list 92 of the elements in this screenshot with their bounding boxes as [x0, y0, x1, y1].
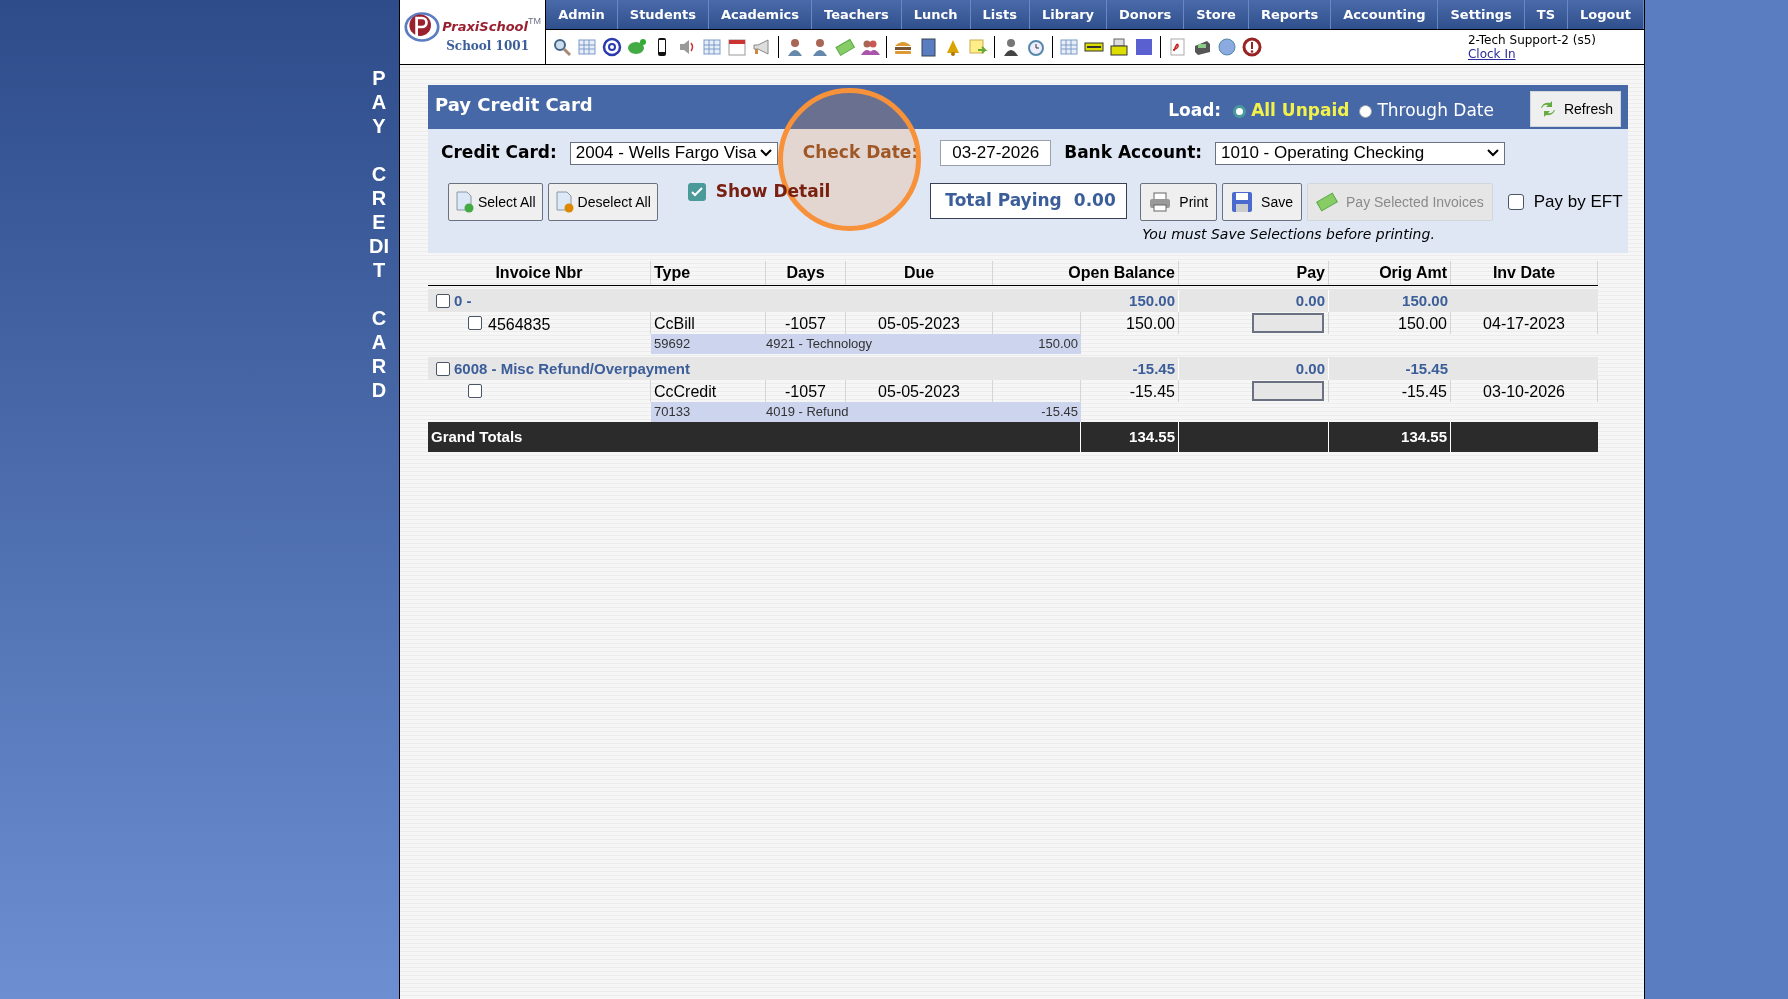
- nav-menu-item[interactable]: Lunch: [901, 0, 971, 29]
- chevron-down-icon: [1487, 149, 1500, 157]
- nav-menu-item[interactable]: Settings: [1438, 0, 1525, 29]
- panel-title: Pay Credit Card: [435, 93, 593, 117]
- column-header: Days: [766, 261, 846, 285]
- table-cell: 134.55: [1081, 422, 1179, 452]
- table-cell: 04-17-2023: [1451, 312, 1598, 334]
- row-checkbox[interactable]: [468, 316, 482, 330]
- logo-brand: PraxiSchool: [442, 19, 528, 37]
- select-button[interactable]: Deselect All: [547, 183, 658, 221]
- detail-account: 4921 - Technology: [766, 335, 873, 354]
- table-cell: -15.45: [1329, 380, 1451, 402]
- trademark: TM: [527, 15, 541, 26]
- group-label: 0 -: [454, 290, 472, 311]
- table-cell: -15.45: [1081, 380, 1179, 402]
- nav-menu-item[interactable]: Reports: [1248, 0, 1332, 29]
- chevron-down-icon: [759, 149, 772, 157]
- detail-amount: 150.00: [1037, 335, 1079, 354]
- column-header: Type: [651, 261, 766, 285]
- column-header: Due: [846, 261, 993, 285]
- bank-account-dropdown[interactable]: 1010 - Operating Checking: [1215, 141, 1506, 165]
- table-cell: 134.55: [1329, 422, 1451, 452]
- nav-menu-item[interactable]: Library: [1029, 0, 1108, 29]
- detail-amount: -15.45: [1040, 403, 1079, 422]
- table-cell-text: -15.45: [1404, 358, 1449, 379]
- nav-menu-item[interactable]: Donors: [1107, 0, 1185, 29]
- row-checkbox[interactable]: [468, 384, 482, 398]
- note-arrow-icon[interactable]: [968, 37, 989, 57]
- column-header: Invoice Nbr: [428, 261, 651, 285]
- pay-amount-field[interactable]: [1252, 313, 1324, 333]
- load-label: Load:: [1168, 99, 1222, 123]
- table-cell: 150.00: [1081, 312, 1179, 334]
- refresh-button[interactable]: Refresh: [1529, 91, 1621, 127]
- grand-totals-label: Grand Totals: [431, 426, 523, 447]
- checkmark-icon: [690, 186, 703, 197]
- table-cell: 0.00: [1179, 289, 1329, 312]
- group-label: 6008 - Misc Refund/Overpayment: [454, 358, 690, 379]
- pay-by-eft-checkbox[interactable]: Pay by EFT: [1507, 189, 1623, 215]
- column-header: Pay: [1179, 261, 1329, 285]
- alarm-clock-icon[interactable]: [1026, 37, 1047, 57]
- pdf-icon[interactable]: [1167, 37, 1188, 57]
- document-icon: [455, 191, 475, 213]
- nav-menu-item[interactable]: Teachers: [812, 0, 902, 29]
- nav-menu-item[interactable]: Accounting: [1331, 0, 1439, 29]
- school-name: School 1001: [446, 38, 529, 55]
- table-cell-text: 150.00: [1401, 290, 1449, 311]
- table-cell: 03-10-2026: [1451, 380, 1598, 402]
- nav-menu-item[interactable]: Academics: [708, 0, 813, 29]
- row-checkbox[interactable]: [436, 361, 450, 376]
- save-note: You must Save Selections before printing.: [1142, 225, 1436, 244]
- user-name: 2-Tech Support-2 (s5): [1467, 33, 1596, 47]
- document-icon: [554, 191, 575, 213]
- detail-reference: 70133: [653, 403, 692, 422]
- load-option-radio[interactable]: Through Date: [1359, 98, 1494, 124]
- column-header: Inv Date: [1451, 261, 1598, 285]
- logo-emblem-icon: [404, 9, 441, 45]
- bank-account-label: Bank Account:: [1064, 141, 1203, 165]
- calendar-icon[interactable]: [727, 37, 748, 57]
- total-paying-box: Total Paying 0.00: [930, 183, 1128, 219]
- column-header: Orig Amt: [1329, 261, 1451, 285]
- nav-menu-item[interactable]: Admin: [546, 0, 618, 29]
- nav-menu-item[interactable]: Logout: [1568, 0, 1644, 29]
- print-icon: [1149, 191, 1172, 213]
- nav-menu-item[interactable]: Lists: [970, 0, 1030, 29]
- table-cell: -15.45: [1081, 357, 1179, 380]
- save-icon: [1231, 191, 1254, 213]
- detail-reference: 59692: [653, 335, 692, 354]
- clock-in-link[interactable]: Clock In: [1467, 47, 1596, 61]
- table-cell: 0.00: [1179, 357, 1329, 380]
- printer-card-icon[interactable]: [1109, 37, 1130, 57]
- credit-card-dropdown[interactable]: 2004 - Wells Fargo Visa: [569, 141, 778, 165]
- nav-menu-item[interactable]: Students: [617, 0, 709, 29]
- nav-menu-item[interactable]: TS: [1524, 0, 1569, 29]
- row-checkbox[interactable]: [436, 293, 450, 308]
- vertical-page-title: PAY CREDIT CARD: [369, 66, 389, 403]
- print-button[interactable]: Print: [1140, 183, 1218, 221]
- check-date-label: Check Date:: [802, 141, 919, 165]
- check-date-field[interactable]: 03-27-2026: [940, 140, 1052, 166]
- credit-card-label: Credit Card:: [441, 141, 557, 165]
- book-icon[interactable]: [918, 37, 939, 57]
- detail-account: 4019 - Refund: [766, 403, 850, 422]
- select-button[interactable]: Select All: [448, 183, 543, 221]
- column-header: Open Balance: [993, 261, 1179, 285]
- table-cell: 150.00: [1329, 312, 1451, 334]
- save-button[interactable]: Save: [1222, 183, 1302, 221]
- invoice-number: 4564835: [488, 315, 551, 335]
- table-cell: 150.00: [1081, 289, 1179, 312]
- alert-icon[interactable]: [1242, 37, 1263, 57]
- pay-amount-field[interactable]: [1252, 381, 1324, 401]
- nav-menu-item[interactable]: Store: [1184, 0, 1249, 29]
- search-icon[interactable]: [552, 37, 573, 57]
- load-option-radio[interactable]: All Unpaid: [1233, 98, 1350, 124]
